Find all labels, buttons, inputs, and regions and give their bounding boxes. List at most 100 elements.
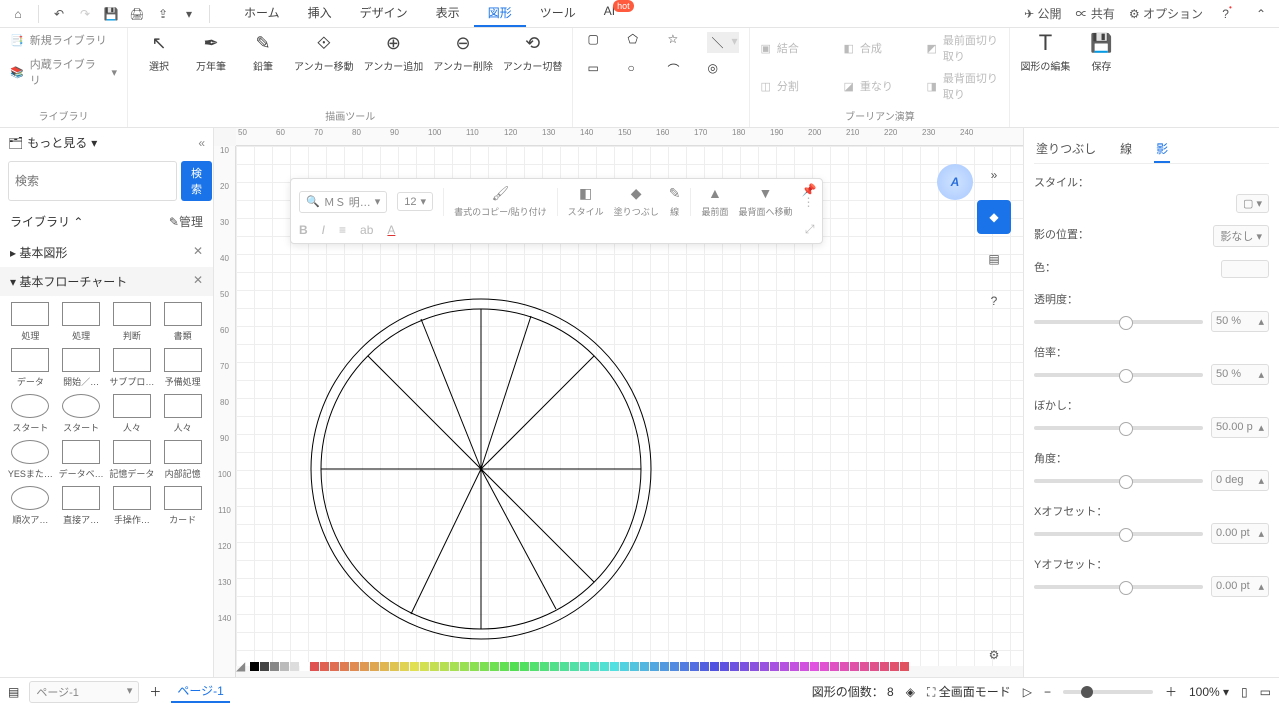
shape-item[interactable]: データ bbox=[6, 348, 55, 388]
redo-icon[interactable]: ↷ bbox=[75, 4, 95, 24]
present-icon[interactable]: ▷ bbox=[1023, 685, 1032, 699]
shape-item[interactable]: 処理 bbox=[6, 302, 55, 342]
color-swatch[interactable] bbox=[650, 662, 659, 671]
anchor-delete-tool[interactable]: ⊖アンカー削除 bbox=[433, 32, 493, 73]
save-icon[interactable]: 💾 bbox=[101, 4, 121, 24]
xoff-value[interactable]: 0.00 pt▴ bbox=[1211, 523, 1269, 544]
style-button[interactable]: ◧スタイル bbox=[568, 185, 604, 218]
color-swatch[interactable] bbox=[350, 662, 359, 671]
circle-shape-icon[interactable]: ○ bbox=[627, 61, 659, 75]
color-swatch[interactable] bbox=[480, 662, 489, 671]
collapse-left-icon[interactable]: « bbox=[198, 136, 205, 150]
page-select[interactable]: ページ-1 ▾ bbox=[29, 681, 139, 703]
shape-item[interactable]: 処理 bbox=[57, 302, 106, 342]
xoff-slider[interactable] bbox=[1034, 532, 1203, 536]
zoom-value[interactable]: 100% ▾ bbox=[1189, 685, 1229, 699]
opacity-slider[interactable] bbox=[1034, 320, 1203, 324]
color-swatch[interactable] bbox=[360, 662, 369, 671]
page-tab[interactable]: ページ-1 bbox=[171, 680, 229, 703]
color-swatch[interactable] bbox=[900, 662, 909, 671]
save-shape-button[interactable]: 💾保存 bbox=[1080, 32, 1122, 73]
zoom-slider[interactable] bbox=[1063, 690, 1153, 694]
anchor-add-tool[interactable]: ⊕アンカー追加 bbox=[364, 32, 424, 73]
more-dropdown[interactable]: 🗂 もっと見る ▾ bbox=[8, 134, 97, 151]
color-swatch[interactable] bbox=[640, 662, 649, 671]
color-swatch[interactable] bbox=[660, 662, 669, 671]
shape-item[interactable]: 書類 bbox=[158, 302, 207, 342]
bool-overlap[interactable]: ◪ 重なり bbox=[843, 70, 916, 102]
zoom-in-button[interactable]: ＋ bbox=[1165, 683, 1177, 700]
color-swatch[interactable] bbox=[570, 662, 579, 671]
color-swatch[interactable] bbox=[410, 662, 419, 671]
shape-item[interactable]: 直接ア… bbox=[57, 486, 106, 526]
shape-item[interactable]: 判断 bbox=[108, 302, 157, 342]
color-swatch[interactable] bbox=[690, 662, 699, 671]
library-label[interactable]: ライブラリ ⌃ bbox=[10, 213, 83, 230]
scale-value[interactable]: 50 %▴ bbox=[1211, 364, 1269, 385]
color-swatch[interactable] bbox=[400, 662, 409, 671]
color-swatch[interactable] bbox=[720, 662, 729, 671]
color-swatch[interactable] bbox=[820, 662, 829, 671]
angle-value[interactable]: 0 deg▴ bbox=[1211, 470, 1269, 491]
fit-page-icon[interactable]: ▭ bbox=[1260, 685, 1271, 699]
color-swatch[interactable] bbox=[320, 662, 329, 671]
color-swatch[interactable] bbox=[560, 662, 569, 671]
yoff-value[interactable]: 0.00 pt▴ bbox=[1211, 576, 1269, 597]
color-swatch[interactable] bbox=[880, 662, 889, 671]
floating-format-toolbar[interactable]: 📌 🔍 ＭＳ 明… ▾ 12 ▾ 🖌書式のコピー/貼り付け ◧スタイル ◆塗りつ… bbox=[290, 178, 823, 244]
outline-icon[interactable]: ▤ bbox=[8, 685, 19, 699]
color-swatch[interactable] bbox=[590, 662, 599, 671]
color-swatch[interactable] bbox=[530, 662, 539, 671]
yoff-slider[interactable] bbox=[1034, 585, 1203, 589]
color-swatch[interactable] bbox=[330, 662, 339, 671]
color-swatch[interactable] bbox=[510, 662, 519, 671]
eyedropper-icon[interactable]: ◢ bbox=[236, 659, 245, 673]
color-swatch[interactable] bbox=[310, 662, 319, 671]
color-swatch[interactable] bbox=[490, 662, 499, 671]
shape-item[interactable]: YESまた… bbox=[6, 440, 55, 480]
color-palette-bar[interactable]: ◢ bbox=[236, 659, 1019, 673]
color-swatch[interactable] bbox=[770, 662, 779, 671]
color-swatch[interactable] bbox=[680, 662, 689, 671]
color-swatch[interactable] bbox=[260, 662, 269, 671]
text-direction-button[interactable]: ab bbox=[360, 223, 373, 237]
sidetab-page-icon[interactable]: ▤ bbox=[977, 242, 1011, 276]
bring-front-button[interactable]: ▲最前面 bbox=[701, 185, 728, 218]
color-swatch[interactable] bbox=[780, 662, 789, 671]
color-swatch[interactable] bbox=[420, 662, 429, 671]
color-swatch[interactable] bbox=[500, 662, 509, 671]
color-swatch[interactable] bbox=[890, 662, 899, 671]
color-swatch[interactable] bbox=[270, 662, 279, 671]
color-swatch[interactable] bbox=[250, 662, 259, 671]
align-button[interactable]: ≡ bbox=[339, 223, 346, 237]
shape-item[interactable]: カード bbox=[158, 486, 207, 526]
color-swatch[interactable] bbox=[520, 662, 529, 671]
category-flowchart[interactable]: ▾ 基本フローチャート✕ bbox=[0, 267, 213, 296]
tab-fill[interactable]: 塗りつぶし bbox=[1034, 136, 1098, 163]
export-icon[interactable]: ⇪ bbox=[153, 4, 173, 24]
category-basic-shapes[interactable]: ▸ 基本図形✕ bbox=[0, 238, 213, 267]
home-icon[interactable]: ⌂ bbox=[8, 4, 28, 24]
menu-insert[interactable]: 挿入 bbox=[294, 0, 346, 27]
line-button[interactable]: ✎線 bbox=[669, 185, 681, 218]
edit-shape-button[interactable]: T図形の編集 bbox=[1020, 32, 1070, 73]
shape-item[interactable]: 人々 bbox=[108, 394, 157, 434]
color-swatch[interactable] bbox=[860, 662, 869, 671]
arc-shape-icon[interactable]: ⌒ bbox=[667, 61, 699, 78]
color-swatch[interactable] bbox=[740, 662, 749, 671]
color-swatch[interactable] bbox=[450, 662, 459, 671]
print-icon[interactable]: 🖨 bbox=[127, 4, 147, 24]
close-cat-icon[interactable]: ✕ bbox=[193, 273, 203, 290]
select-tool[interactable]: ↖選択 bbox=[138, 32, 180, 73]
color-swatch[interactable] bbox=[540, 662, 549, 671]
new-library-button[interactable]: 📑 新規ライブラリ bbox=[10, 32, 107, 48]
options-button[interactable]: ⚙ オプション bbox=[1129, 5, 1203, 22]
color-swatch[interactable] bbox=[810, 662, 819, 671]
opacity-value[interactable]: 50 %▴ bbox=[1211, 311, 1269, 332]
fit-width-icon[interactable]: ▯ bbox=[1241, 685, 1248, 699]
color-swatch[interactable] bbox=[280, 662, 289, 671]
bool-clip-back[interactable]: ◨ 最背面切り取り bbox=[926, 70, 999, 102]
bool-merge[interactable]: ▣ 結合 bbox=[760, 32, 833, 64]
round-rect-shape-icon[interactable]: ▭ bbox=[587, 61, 619, 75]
layers-icon[interactable]: ◈ bbox=[906, 685, 915, 699]
